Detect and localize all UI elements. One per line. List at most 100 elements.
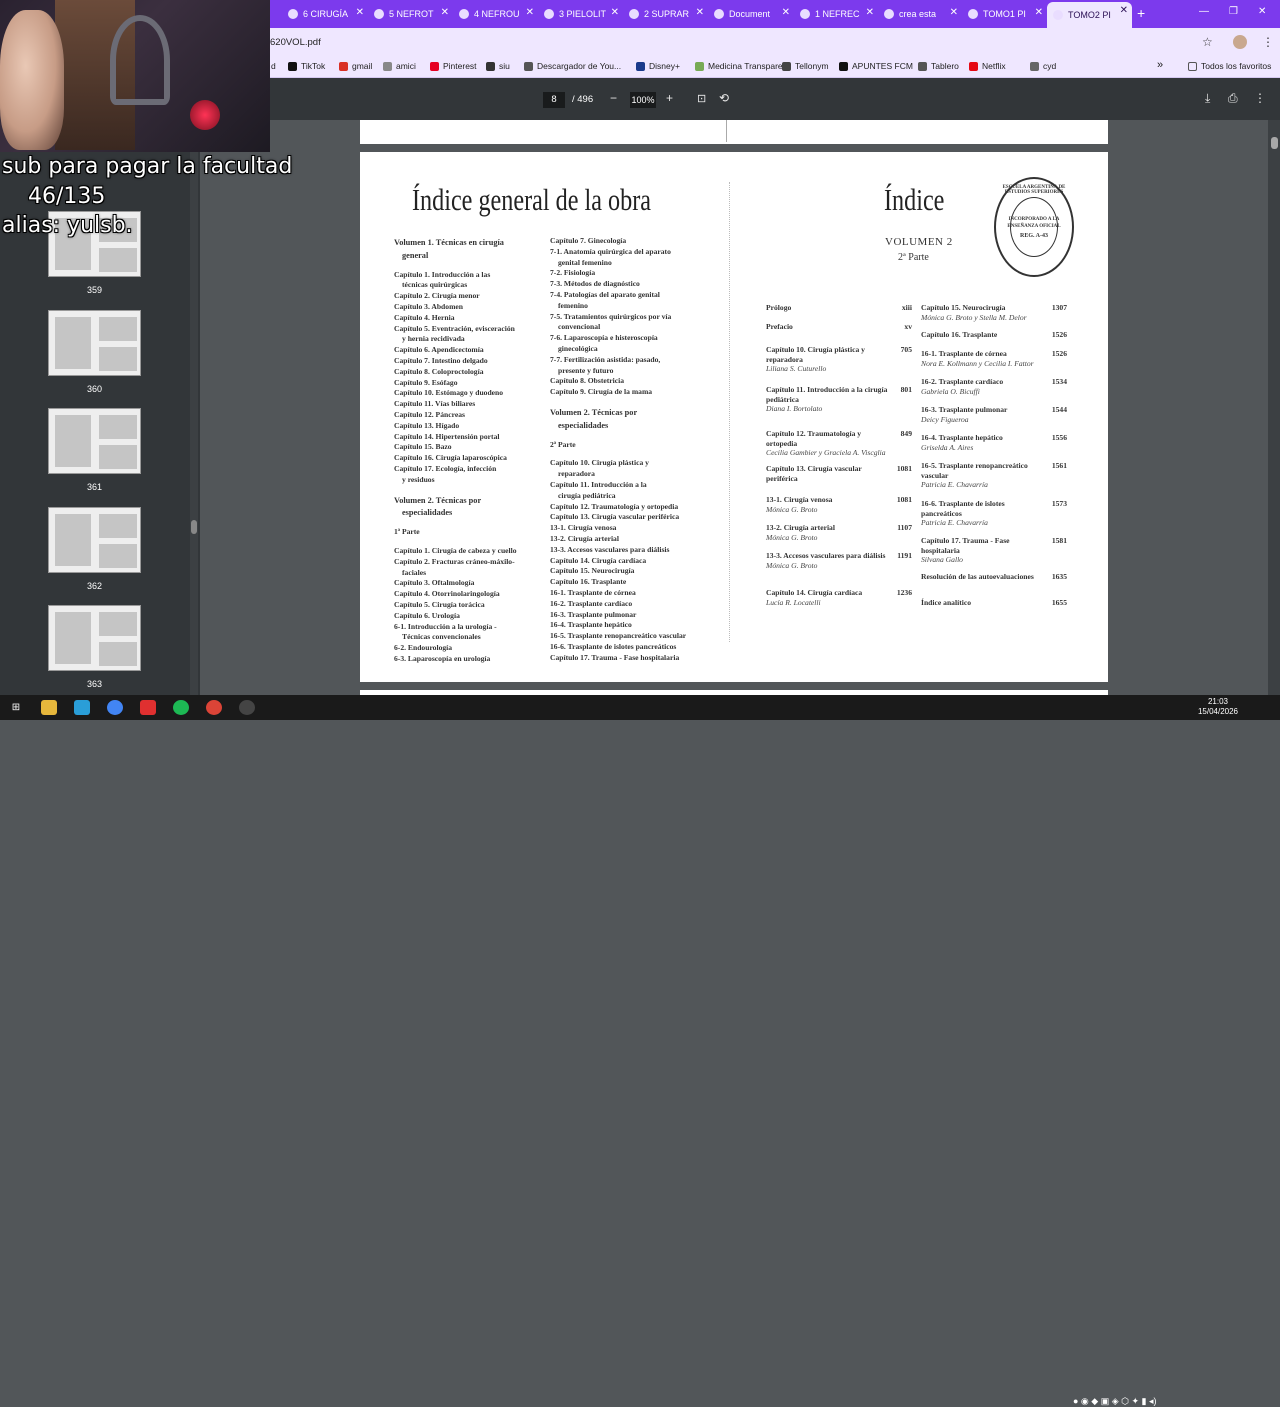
bookmark-item[interactable]: APUNTES FCM xyxy=(839,61,913,71)
index-line xyxy=(550,450,700,458)
tab-close-icon[interactable]: ✕ xyxy=(441,7,449,18)
bookmark-item[interactable]: siu xyxy=(486,61,510,71)
zoom-input[interactable]: 100% xyxy=(630,92,656,108)
volume-label: VOLUMEN 2 xyxy=(885,236,953,248)
tab-close-icon[interactable]: ✕ xyxy=(356,7,364,18)
zoom-out-button[interactable]: − xyxy=(610,91,617,105)
tray-icons[interactable]: ● ◉ ◆ ▣ ◈ ⬡ ✦ ▮ ◂) xyxy=(1073,1396,1157,1407)
page-number-input[interactable]: 8 xyxy=(543,92,565,108)
page-scrollbar[interactable] xyxy=(1268,120,1280,695)
chrome-active-icon[interactable] xyxy=(206,700,222,715)
drive-icon xyxy=(459,9,469,19)
page-thumbnail[interactable] xyxy=(48,605,141,671)
bookmark-item[interactable]: cyd xyxy=(1030,61,1056,71)
bookmark-item[interactable]: Disney+ xyxy=(636,61,680,71)
windows-start-icon[interactable]: ⊞ xyxy=(8,700,24,715)
bookmark-item[interactable]: Netflix xyxy=(969,61,1006,71)
bookmarks-overflow-button[interactable]: » xyxy=(1157,59,1163,71)
file-explorer-icon[interactable] xyxy=(41,700,57,715)
bookmark-item[interactable]: d xyxy=(271,61,276,71)
tab-5[interactable]: 2 SUPRAR ✕ xyxy=(623,4,708,24)
index-line xyxy=(550,398,700,406)
page-thumbnail[interactable] xyxy=(48,309,141,376)
toc-page-number: 1561 xyxy=(1051,461,1067,470)
page-scroll-thumb[interactable] xyxy=(1271,137,1278,149)
restore-icon[interactable]: ❐ xyxy=(1229,6,1238,17)
page-thumbnail[interactable] xyxy=(48,506,141,573)
bookmark-item[interactable]: TikTok xyxy=(288,61,325,71)
tab-2[interactable]: 5 NEFROT ✕ xyxy=(368,4,453,24)
index-line: Capítulo 12. Páncreas xyxy=(394,409,465,419)
index-line: presente y futuro xyxy=(558,365,614,375)
index-line: y hernia recidivada xyxy=(402,334,465,344)
tab-6[interactable]: Document ✕ xyxy=(708,4,794,24)
close-window-icon[interactable]: ✕ xyxy=(1258,6,1266,17)
menu-dots-icon[interactable]: ⋮ xyxy=(1262,35,1274,49)
toc-entry: 13-1. Cirugía venosa Mónica G. Broto 1081 xyxy=(766,495,912,514)
webcam-overlay xyxy=(0,0,270,152)
minimize-icon[interactable]: — xyxy=(1199,6,1209,17)
sidebar-scrollbar[interactable] xyxy=(190,120,198,695)
app-icon[interactable] xyxy=(140,700,156,715)
zoom-in-button[interactable]: + xyxy=(666,91,673,105)
toc-page-number: 1581 xyxy=(1051,536,1067,545)
print-icon[interactable]: ⎙ xyxy=(1228,91,1238,106)
index-line: Capítulo 12. Traumatología y ortopedia xyxy=(550,501,679,511)
tab-9[interactable]: TOMO1 PI ✕ xyxy=(962,4,1047,24)
toc-page-number: 1081 xyxy=(896,495,912,504)
bookmark-icon xyxy=(969,61,978,71)
taskbar-clock[interactable]: 21:03 15/04/2026 xyxy=(1196,697,1240,717)
index-line: 7-4. Patologías del aparato genital xyxy=(550,289,660,299)
bookmark-item[interactable]: Tellonym xyxy=(782,61,829,71)
obs-icon[interactable] xyxy=(239,700,255,715)
index-line: 13-3. Accesos vasculares para diálisis xyxy=(550,544,670,554)
bookmark-item[interactable]: Pinterest xyxy=(430,61,477,71)
new-tab-button[interactable]: + xyxy=(1137,5,1145,21)
bookmark-item[interactable]: amici xyxy=(383,61,416,71)
fit-page-icon[interactable]: ⊡ xyxy=(697,92,706,105)
tab-8[interactable]: crea esta ✕ xyxy=(878,4,962,24)
toc-page-number: 705 xyxy=(900,345,912,354)
thumbnail-label: 360 xyxy=(86,383,103,394)
store-icon[interactable] xyxy=(74,700,90,715)
bookmark-item[interactable]: Tablero xyxy=(918,61,959,71)
tab-close-icon[interactable]: ✕ xyxy=(1120,5,1128,16)
download-icon[interactable]: ⤓ xyxy=(1205,91,1210,106)
tab-1[interactable]: 6 CIRUGÍA ✕ xyxy=(282,4,368,24)
more-actions-icon[interactable]: ⋮ xyxy=(1254,91,1266,105)
spotify-icon[interactable] xyxy=(173,700,189,715)
tab-close-icon[interactable]: ✕ xyxy=(1035,7,1043,18)
tab-close-icon[interactable]: ✕ xyxy=(950,7,958,18)
profile-avatar[interactable] xyxy=(1233,35,1247,49)
toc-page-number: 1081 xyxy=(896,464,912,473)
bookmark-item[interactable]: Medicina Transpare... xyxy=(695,61,790,71)
bookmark-item[interactable]: gmail xyxy=(339,61,372,71)
toc-entry: 16-3. Trasplante pulmonar Deicy Figueroa 1… xyxy=(921,405,1067,424)
tab-4[interactable]: 3 PIELOLIT ✕ xyxy=(538,4,623,24)
toc-page-number: 1534 xyxy=(1051,377,1067,386)
index-line: técnicas quirúrgicas xyxy=(402,280,468,290)
tab-close-icon[interactable]: ✕ xyxy=(526,7,534,18)
tab-close-icon[interactable]: ✕ xyxy=(696,7,704,18)
tab-close-icon[interactable]: ✕ xyxy=(782,7,790,18)
star-icon[interactable]: ☆ xyxy=(1202,35,1213,49)
rotate-icon[interactable]: ⟲ xyxy=(719,91,729,105)
tab-3[interactable]: 4 NEFROU ✕ xyxy=(453,4,538,24)
index-line: Capítulo 16. Trasplante xyxy=(550,577,627,587)
index-line xyxy=(550,432,700,440)
tab-close-icon[interactable]: ✕ xyxy=(611,7,619,18)
index-line: Capítulo 1. Cirugía de cabeza y cuello xyxy=(394,545,517,555)
tab-7[interactable]: 1 NEFREC ✕ xyxy=(794,4,878,24)
bookmark-icon xyxy=(288,61,297,71)
bookmark-item[interactable]: Descargador de You... xyxy=(524,61,621,71)
url-field[interactable]: 620VOL.pdf xyxy=(270,37,321,48)
tab-10[interactable]: TOMO2 PI ✕ xyxy=(1047,2,1132,28)
toc-page-number: 1573 xyxy=(1051,499,1067,508)
tab-close-icon[interactable]: ✕ xyxy=(866,7,874,18)
all-bookmarks-folder[interactable]: Todos los favoritos xyxy=(1188,61,1271,71)
page-thumbnail[interactable] xyxy=(48,408,141,474)
chrome-icon[interactable] xyxy=(107,700,123,715)
index-line: Capítulo 8. Obstetricia xyxy=(550,376,625,386)
sidebar-scroll-thumb[interactable] xyxy=(191,520,197,534)
drive-icon xyxy=(800,9,810,19)
